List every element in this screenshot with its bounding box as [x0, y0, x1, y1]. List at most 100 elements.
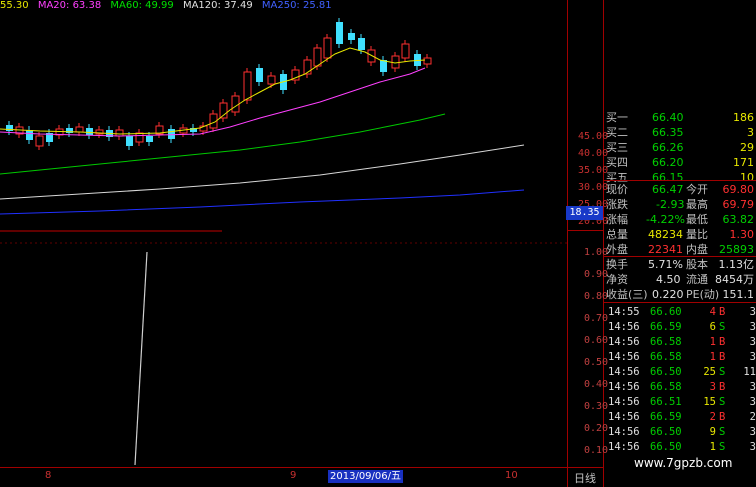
- bid-volume: 3: [747, 126, 754, 139]
- watermark: www.7gpzb.com: [634, 456, 733, 470]
- tick-volume: 25: [703, 366, 716, 378]
- tick-volume: 1: [709, 351, 716, 363]
- tick-time: 14:56: [608, 396, 640, 408]
- cursor-date: 2013/09/06/五: [328, 470, 404, 483]
- tick-side: S: [719, 426, 726, 438]
- tick-time: 14:56: [608, 381, 640, 393]
- candle-body: [401, 43, 410, 59]
- tick-row: 14:56 66.50 1 S 3: [606, 440, 756, 455]
- candle-body: [267, 75, 276, 85]
- indicator-tick: 0.70: [584, 313, 609, 324]
- indicator-tick: 0.10: [584, 445, 609, 456]
- turnover-label: 换手: [606, 258, 628, 271]
- bid-label: 买四: [606, 156, 628, 169]
- tick-row: 14:56 66.59 2 B 2: [606, 410, 756, 425]
- kline-chart[interactable]: [0, 0, 604, 487]
- ratio-label: 量比: [686, 228, 708, 241]
- indicator-line: [134, 251, 148, 466]
- tick-time: 14:56: [608, 426, 640, 438]
- tick-row: 14:56 66.58 3 B 3: [606, 380, 756, 395]
- tick-count: 3: [749, 441, 756, 453]
- candle-body: [231, 95, 240, 113]
- candle-body: [323, 37, 332, 59]
- bid-label: 买二: [606, 126, 628, 139]
- tick-volume: 9: [709, 426, 716, 438]
- ma5-value: 55.30: [0, 0, 29, 11]
- x-tick: 9: [290, 470, 297, 481]
- indicator-tick: 0.60: [584, 335, 609, 346]
- candle-body: [380, 60, 387, 72]
- candle-body: [313, 47, 322, 67]
- tick-count: 3: [749, 336, 756, 348]
- change-value: -2.93: [656, 198, 685, 211]
- x-axis-line: [0, 467, 604, 468]
- tick-time: 14:56: [608, 321, 640, 333]
- candle-body: [135, 132, 144, 143]
- tick-volume: 6: [709, 321, 716, 333]
- tick-count: 3: [749, 306, 756, 318]
- period-label[interactable]: 日线: [574, 470, 596, 486]
- pct-value: -4.22%: [646, 213, 685, 226]
- pe-value: 151.1: [722, 288, 755, 301]
- tick-row: 14:56 66.50 25 S 11: [606, 365, 756, 380]
- float-value: 8454万: [715, 273, 754, 286]
- inner-label: 内盘: [686, 243, 708, 256]
- x-tick: 8: [45, 470, 52, 481]
- tick-volume: 2: [709, 411, 716, 423]
- axis-split: [567, 230, 604, 231]
- tick-volume: 4: [709, 306, 716, 318]
- tick-price: 66.50: [650, 366, 682, 378]
- bid-price: 66.35: [652, 126, 684, 139]
- tick-count: 3: [749, 426, 756, 438]
- low-price: 63.82: [722, 213, 755, 226]
- tick-row: 14:55 66.60 4 B 3: [606, 305, 756, 320]
- bid-row-3: 买三 66.26 29: [604, 140, 756, 155]
- candle-body: [146, 136, 153, 142]
- tick-price: 66.59: [650, 411, 682, 423]
- open-price: 69.80: [722, 183, 755, 196]
- ratio-value: 1.30: [729, 228, 755, 241]
- candle-body: [243, 71, 252, 101]
- turnover-value: 5.71%: [648, 258, 683, 271]
- high-price: 69.79: [722, 198, 755, 211]
- outer-value: 22341: [648, 243, 683, 256]
- pe-label: PE(动): [686, 288, 720, 301]
- candle-body: [86, 128, 93, 135]
- indicator-tick: 0.40: [584, 379, 609, 390]
- candle-body: [35, 135, 44, 147]
- current-price-marker: 18.35: [566, 206, 603, 220]
- tick-volume: 3: [709, 381, 716, 393]
- ma120-line: [0, 144, 525, 200]
- bid-price: 66.40: [652, 111, 684, 124]
- bid-volume: 171: [733, 156, 754, 169]
- open-label: 今开: [686, 183, 708, 196]
- candle-body: [348, 33, 355, 40]
- tick-time: 14:56: [608, 366, 640, 378]
- tick-time: 14:56: [608, 336, 640, 348]
- ma60-line: [0, 113, 446, 175]
- candle-body: [126, 136, 133, 146]
- bid-volume: 186: [733, 111, 754, 124]
- tick-row: 14:56 66.59 6 S 3: [606, 320, 756, 335]
- ma250-value: MA250: 25.81: [261, 0, 332, 11]
- candle-body: [6, 125, 13, 131]
- bid-row-1: 买一 66.40 186: [604, 110, 756, 125]
- bid-volume: 29: [740, 141, 754, 154]
- tick-price: 66.51: [650, 396, 682, 408]
- candle-body: [75, 126, 84, 133]
- pct-label: 涨幅: [606, 213, 628, 226]
- tick-time: 14:55: [608, 306, 640, 318]
- tick-count: 2: [749, 411, 756, 423]
- tick-time: 14:56: [608, 411, 640, 423]
- tick-side: S: [719, 321, 726, 333]
- tick-side: B: [719, 351, 726, 363]
- indicator-tick: 0.30: [584, 401, 609, 412]
- outer-label: 外盘: [606, 243, 628, 256]
- bid-price: 66.20: [652, 156, 684, 169]
- bid-row-4: 买四 66.20 171: [604, 155, 756, 170]
- candle-body: [336, 22, 343, 44]
- tick-side: S: [719, 396, 726, 408]
- now-price: 66.47: [652, 183, 684, 196]
- tick-volume: 15: [703, 396, 716, 408]
- change-label: 涨跌: [606, 198, 628, 211]
